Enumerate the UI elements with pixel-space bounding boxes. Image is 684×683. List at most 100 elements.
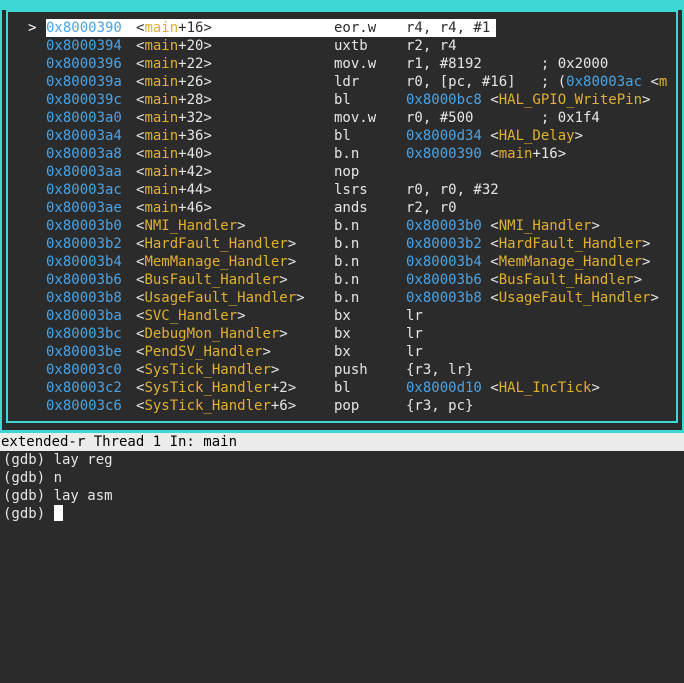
symbol-offset: <main+46> [136, 200, 212, 216]
operands: r1, #8192 ; 0x2000 [406, 56, 609, 72]
symbol-offset: <main+26> [136, 74, 212, 90]
function-name: main [144, 56, 179, 72]
branch-target-function: HAL_GPIO_WritePin [498, 92, 643, 108]
branch-target-function: HardFault_Handler [498, 236, 643, 252]
offset: +6 [270, 398, 288, 414]
branch-target-function: NMI_Handler [498, 218, 592, 234]
mnemonic: bx [334, 326, 351, 342]
function-name: main [144, 200, 179, 216]
function-name: SysTick_Handler [144, 362, 271, 378]
mnemonic: b.n [334, 236, 360, 252]
asm-row[interactable]: 0x8000396 <main+22> mov.w r1, #8192 ; 0x200… [8, 55, 676, 73]
mnemonic: b.n [334, 290, 360, 306]
mnemonic: nop [334, 164, 360, 180]
asm-row[interactable]: 0x800039c <main+28> bl 0x8000bc8 <HAL_GPIO_… [8, 91, 676, 109]
instruction-address: 0x80003c6 [46, 398, 122, 414]
function-name: main [144, 74, 179, 90]
asm-row[interactable]: 0x80003b4 <MemManage_Handler> b.n 0x80003b4… [8, 253, 676, 271]
function-name: UsageFault_Handler [144, 290, 297, 306]
function-name: MemManage_Handler [144, 254, 288, 270]
asm-row[interactable]: 0x80003b8 <UsageFault_Handler> b.n 0x80003b… [8, 289, 676, 307]
offset: +42 [178, 164, 204, 180]
asm-row[interactable]: 0x80003b0 <NMI_Handler> b.n 0x80003b0 <NMI_… [8, 217, 676, 235]
asm-row[interactable]: 0x80003c2 <SysTick_Handler+2> bl 0x8000d10 … [8, 379, 676, 397]
console-prompt-line[interactable]: (gdb) [3, 505, 683, 523]
asm-row[interactable]: 0x80003aa <main+42> nop [8, 163, 676, 181]
offset: +44 [178, 182, 204, 198]
mnemonic: bl [334, 92, 351, 108]
symbol-offset: <SVC_Handler> [136, 308, 246, 324]
branch-target-address: 0x80003b2 [406, 236, 482, 252]
symbol-offset: <SysTick_Handler> [136, 362, 280, 378]
offset: +28 [178, 92, 204, 108]
operands: {r3, lr} [406, 362, 474, 378]
asm-row[interactable]: 0x80003a0 <main+32> mov.w r0, #500 ; 0x1f4 [8, 109, 676, 127]
instruction-address: 0x80003a0 [46, 110, 122, 126]
function-name: HardFault_Handler [144, 236, 288, 252]
symbol-offset: <HardFault_Handler> [136, 236, 297, 252]
offset: +26 [178, 74, 204, 90]
offset: +46 [178, 200, 204, 216]
asm-row[interactable]: 0x80003bc <DebugMon_Handler> bx lr [8, 325, 676, 343]
asm-row[interactable]: 0x800039a <main+26> ldr r0, [pc, #16] ; (0x… [8, 73, 676, 91]
mnemonic: b.n [334, 218, 360, 234]
asm-row[interactable]: 0x8000394 <main+20> uxtb r2, r4 [8, 37, 676, 55]
instruction-address: 0x80003b6 [46, 272, 122, 288]
asm-row[interactable]: 0x80003be <PendSV_Handler> bx lr [8, 343, 676, 361]
symbol-offset: <main+44> [136, 182, 212, 198]
console-line: (gdb) n [3, 470, 63, 486]
gdb-console[interactable]: (gdb) lay reg (gdb) n (gdb) lay asm (gdb) [3, 451, 683, 523]
operands: r0, r0, #32 [406, 182, 499, 198]
function-name: main [144, 164, 179, 180]
symbol-offset: <main+28> [136, 92, 212, 108]
asm-row[interactable]: 0x80003ae <main+46> ands r2, r0 [8, 199, 676, 217]
mnemonic: mov.w [334, 56, 377, 72]
asm-row[interactable]: >0x8000390 <main+16> eor.w r4, r4, #1 [8, 19, 676, 37]
instruction-address: 0x80003c0 [46, 362, 122, 378]
function-name: main [144, 38, 179, 54]
instruction-address: 0x800039c [46, 92, 122, 108]
symbol-offset: <SysTick_Handler+6> [136, 398, 297, 414]
console-line: (gdb) lay asm [3, 488, 113, 504]
literal-address: 0x80003ac [566, 74, 643, 90]
operands: 0x80003b6 <BusFault_Handler> [406, 272, 643, 288]
asm-listing[interactable]: >0x8000390 <main+16> eor.w r4, r4, #1 0x8000… [8, 19, 676, 419]
branch-target-address: 0x8000390 [406, 146, 482, 162]
instruction-address: 0x8000394 [46, 38, 122, 54]
operands: 0x8000d34 <HAL_Delay> [406, 128, 584, 144]
operands: lr [406, 326, 423, 342]
symbol-offset: <main+20> [136, 38, 212, 54]
asm-row[interactable]: 0x80003a4 <main+36> bl 0x8000d34 <HAL_Delay… [8, 127, 676, 145]
symbol-offset: <MemManage_Handler> [136, 254, 297, 270]
mnemonic: uxtb [334, 38, 368, 54]
instruction-address: 0x80003b8 [46, 290, 122, 306]
branch-target-address: 0x80003b0 [406, 218, 482, 234]
operands: r2, r0 [406, 200, 457, 216]
operands: r0, [pc, #16] ; (0x80003ac <m [406, 74, 668, 90]
function-name: BusFault_Handler [144, 272, 280, 288]
instruction-address: 0x80003ac [46, 182, 122, 198]
function-name: main [144, 92, 179, 108]
gdb-terminal: >0x8000390 <main+16> eor.w r4, r4, #1 0x8000… [0, 0, 684, 683]
offset: +20 [178, 38, 204, 54]
asm-row[interactable]: 0x80003c6 <SysTick_Handler+6> pop {r3, pc} [8, 397, 676, 415]
operands: r0, #500 ; 0x1f4 [406, 110, 600, 126]
branch-target-address: 0x8000d34 [406, 128, 482, 144]
symbol-offset: <BusFault_Handler> [136, 272, 288, 288]
asm-row[interactable]: 0x80003ac <main+44> lsrs r0, r0, #32 [8, 181, 676, 199]
mnemonic: pop [334, 398, 360, 414]
branch-target-address: 0x80003b8 [406, 290, 482, 306]
function-name: SysTick_Handler [144, 398, 271, 414]
function-name: PendSV_Handler [144, 344, 263, 360]
operands: 0x80003b4 <MemManage_Handler> [406, 254, 651, 270]
instruction-address: 0x80003b4 [46, 254, 122, 270]
asm-row[interactable]: 0x80003c0 <SysTick_Handler> push {r3, lr} [8, 361, 676, 379]
symbol-offset: <main+16> [136, 20, 212, 36]
instruction-address: 0x80003b0 [46, 218, 122, 234]
asm-row[interactable]: 0x80003a8 <main+40> b.n 0x8000390 <main+16> [8, 145, 676, 163]
asm-row[interactable]: 0x80003b2 <HardFault_Handler> b.n 0x80003b2… [8, 235, 676, 253]
asm-row[interactable]: 0x80003b6 <BusFault_Handler> b.n 0x80003b6 … [8, 271, 676, 289]
asm-row[interactable]: 0x80003ba <SVC_Handler> bx lr [8, 307, 676, 325]
function-name: main [144, 182, 179, 198]
operands: 0x8000bc8 <HAL_GPIO_WritePin> [406, 92, 651, 108]
